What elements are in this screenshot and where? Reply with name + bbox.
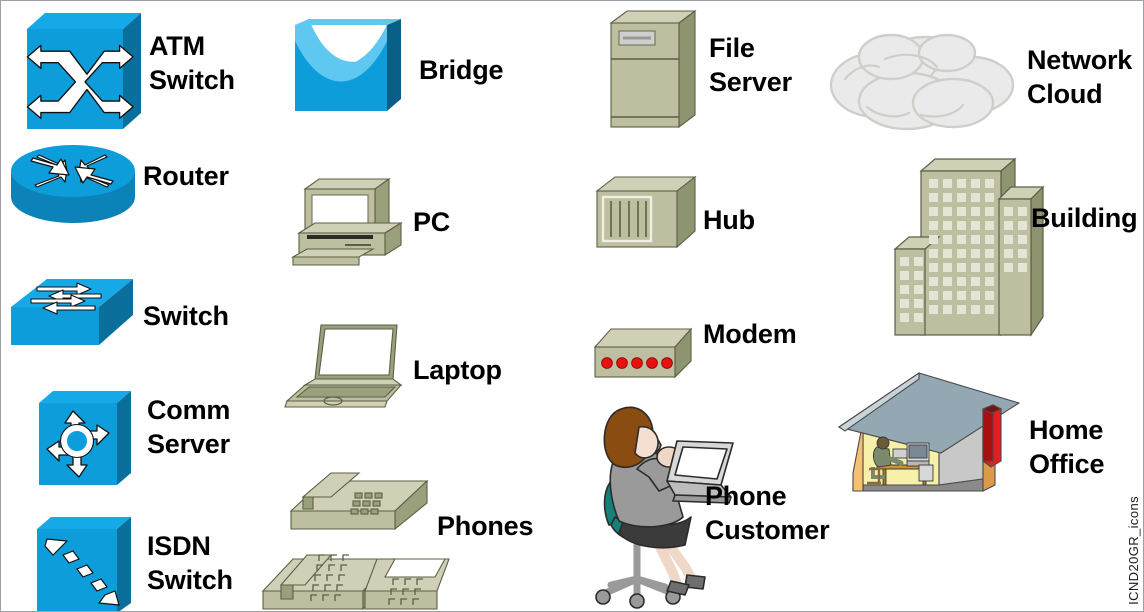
router-icon [9,141,137,227]
home-office-label: Home Office [1029,415,1105,479]
network-icons-legend: ATM Switch Router Switch Comm Server ISD… [0,0,1144,612]
building-label: Building [1031,203,1138,233]
isdn-switch-label: ISDN Switch [147,531,233,595]
file-server-icon [605,9,701,131]
home-office-icon [833,371,1027,505]
pc-icon [289,173,413,271]
watermark-text: ICND20GR_icons [1126,496,1141,605]
network-cloud-icon [821,23,1021,135]
phone-customer-label: Phone Customer [705,481,830,545]
building-icon [891,149,1051,341]
pc-label: PC [413,207,451,237]
switch-icon [7,273,137,359]
isdn-switch-icon [31,513,139,611]
hub-icon [591,173,703,257]
atm-switch-icon [15,9,143,135]
modem-label: Modem [703,319,797,349]
file-server-label: File Server [709,33,792,97]
switch-label: Switch [143,301,229,331]
phones-icon [259,459,450,611]
laptop-icon [283,319,409,411]
network-cloud-label: Network Cloud [1027,45,1133,109]
hub-label: Hub [703,205,755,235]
atm-switch-label: ATM Switch [149,31,235,95]
phones-label: Phones [437,511,534,541]
comm-server-icon [33,387,139,491]
router-label: Router [143,161,229,191]
bridge-icon [291,19,407,125]
bridge-label: Bridge [419,55,504,85]
laptop-label: Laptop [413,355,502,385]
modem-icon [589,323,699,387]
comm-server-label: Comm Server [147,395,231,459]
